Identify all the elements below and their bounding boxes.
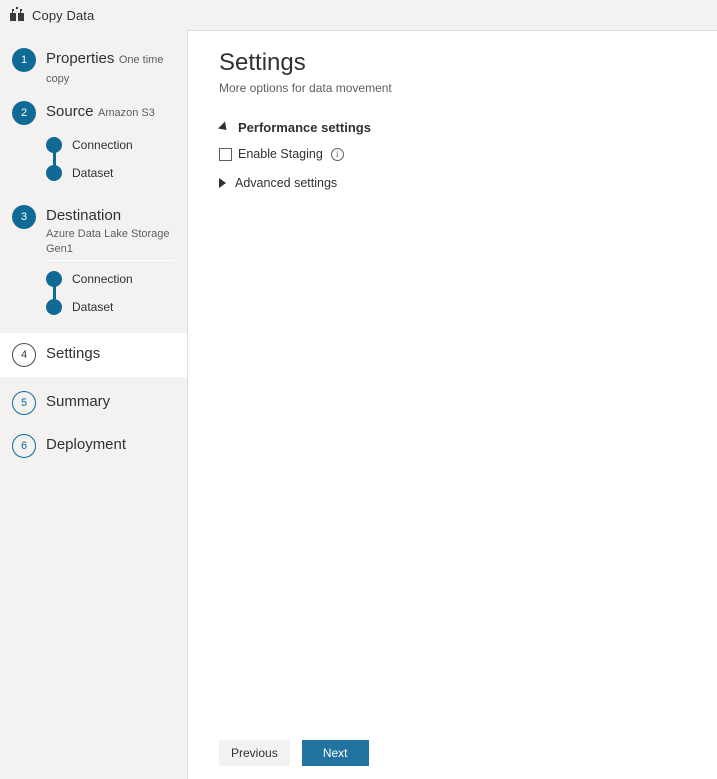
page-subtitle: More options for data movement <box>219 81 392 95</box>
destination-substeps: Connection Dataset <box>12 265 187 321</box>
sidebar-substep-destination-connection[interactable]: Connection <box>46 265 187 293</box>
sidebar-step-deployment[interactable]: 6 Deployment <box>0 434 187 462</box>
previous-button[interactable]: Previous <box>219 740 290 766</box>
substep-label: Dataset <box>72 166 114 180</box>
step-label: Summary <box>46 393 111 410</box>
advanced-settings-section: Advanced settings <box>219 176 337 190</box>
wizard-steps-sidebar: 1 Properties One time copy 2 Source Amaz… <box>0 30 187 779</box>
page-title: Settings <box>219 49 306 76</box>
substep-label: Dataset <box>72 300 114 314</box>
step-label: Settings <box>46 345 101 362</box>
advanced-settings-title: Advanced settings <box>235 176 338 190</box>
performance-settings-header[interactable]: Performance settings <box>217 120 371 135</box>
step-number-badge: 3 <box>12 205 36 229</box>
wizard-footer: Previous Next <box>219 740 369 766</box>
copy-data-icon <box>9 7 25 23</box>
substep-dot-icon <box>46 165 62 181</box>
sidebar-step-source[interactable]: 2 Source Amazon S3 Connection Dataset <box>0 101 187 187</box>
step-label: Source <box>46 103 94 120</box>
substep-dot-icon <box>46 299 62 315</box>
step-number-badge: 5 <box>12 391 36 415</box>
sidebar-step-settings[interactable]: 4 Settings <box>0 333 187 377</box>
step-sublabel: Azure Data Lake Storage Gen1 <box>46 227 174 261</box>
copy-data-wizard: Copy Data 1 Properties One time copy 2 S… <box>0 0 717 779</box>
substep-label: Connection <box>72 272 133 286</box>
window-header: Copy Data <box>0 0 717 30</box>
enable-staging-checkbox[interactable] <box>219 147 232 161</box>
advanced-settings-header[interactable]: Advanced settings <box>219 176 337 190</box>
sidebar-substep-source-connection[interactable]: Connection <box>46 131 187 159</box>
step-number-badge: 6 <box>12 434 36 458</box>
window-title: Copy Data <box>32 7 95 23</box>
enable-staging-label: Enable Staging <box>238 147 323 161</box>
sidebar-step-properties[interactable]: 1 Properties One time copy <box>0 48 187 87</box>
info-icon[interactable]: i <box>330 147 344 161</box>
step-number-badge: 2 <box>12 101 36 125</box>
sidebar-substep-source-dataset[interactable]: Dataset <box>46 159 187 187</box>
next-button[interactable]: Next <box>301 740 369 766</box>
triangle-expanded-icon[interactable] <box>217 121 231 134</box>
step-label: Destination <box>46 207 122 224</box>
sidebar-substep-destination-dataset[interactable]: Dataset <box>46 293 187 321</box>
step-number-badge: 1 <box>12 48 36 72</box>
enable-staging-row[interactable]: Enable Staging i <box>219 147 344 161</box>
substep-dot-icon <box>46 271 62 287</box>
source-substeps: Connection Dataset <box>12 131 187 187</box>
substep-label: Connection <box>72 138 133 152</box>
sidebar-step-summary[interactable]: 5 Summary <box>0 391 187 419</box>
sidebar-step-destination[interactable]: 3 Destination Azure Data Lake Storage Ge… <box>0 205 187 321</box>
step-sublabel: Amazon S3 <box>97 107 155 119</box>
step-number-badge: 4 <box>12 343 36 367</box>
performance-settings-title: Performance settings <box>238 120 371 135</box>
performance-settings-section: Performance settings <box>217 120 371 135</box>
settings-content-panel: Settings More options for data movement … <box>187 30 717 779</box>
step-label: Properties <box>46 50 115 67</box>
triangle-collapsed-icon[interactable] <box>219 178 226 188</box>
step-label: Deployment <box>46 436 127 453</box>
substep-dot-icon <box>46 137 62 153</box>
